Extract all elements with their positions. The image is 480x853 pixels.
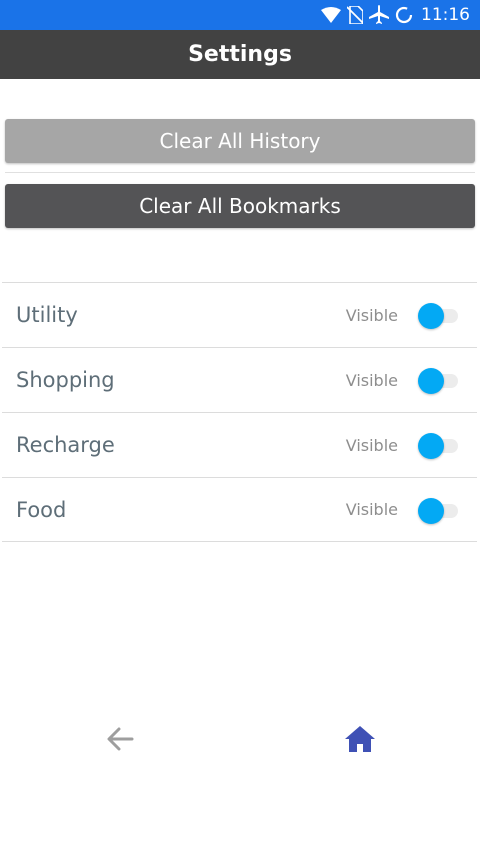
clear-bookmarks-button[interactable]: Clear All Bookmarks xyxy=(5,184,475,228)
visibility-toggle[interactable] xyxy=(418,498,458,524)
visibility-status: Visible xyxy=(345,435,398,455)
visibility-toggle[interactable] xyxy=(418,433,458,459)
category-row-recharge: Recharge Visible xyxy=(2,412,477,477)
app-bar: Settings xyxy=(0,30,480,79)
toggle-thumb xyxy=(418,498,444,524)
page-title: Settings xyxy=(188,42,292,67)
category-label: Recharge xyxy=(16,433,115,457)
category-label: Food xyxy=(16,497,67,522)
sync-icon xyxy=(395,6,413,24)
toggle-thumb xyxy=(418,368,444,394)
home-button[interactable] xyxy=(343,722,377,756)
status-time: 11:16 xyxy=(421,5,470,25)
category-label: Utility xyxy=(16,303,78,327)
visibility-toggle[interactable] xyxy=(418,368,458,394)
category-row-food: Food Visible xyxy=(2,477,477,542)
button-divider xyxy=(5,172,475,173)
wifi-icon xyxy=(321,7,341,23)
back-arrow-icon xyxy=(107,727,134,751)
toggle-thumb xyxy=(418,433,444,459)
no-sim-icon xyxy=(347,6,363,24)
visibility-toggle[interactable] xyxy=(418,303,458,329)
home-icon xyxy=(345,726,375,752)
back-button[interactable] xyxy=(104,723,136,755)
airplane-mode-icon xyxy=(369,5,389,24)
visibility-status: Visible xyxy=(345,500,398,519)
visibility-status: Visible xyxy=(345,305,398,325)
clear-history-button[interactable]: Clear All History xyxy=(5,119,475,163)
category-list: Utility Visible Shopping Visible Recharg… xyxy=(2,282,477,542)
category-label: Shopping xyxy=(16,368,115,392)
category-row-shopping: Shopping Visible xyxy=(2,347,477,412)
category-row-utility: Utility Visible xyxy=(2,282,477,347)
visibility-status: Visible xyxy=(345,370,398,390)
status-bar: 11:16 xyxy=(0,0,480,30)
toggle-thumb xyxy=(418,303,444,329)
